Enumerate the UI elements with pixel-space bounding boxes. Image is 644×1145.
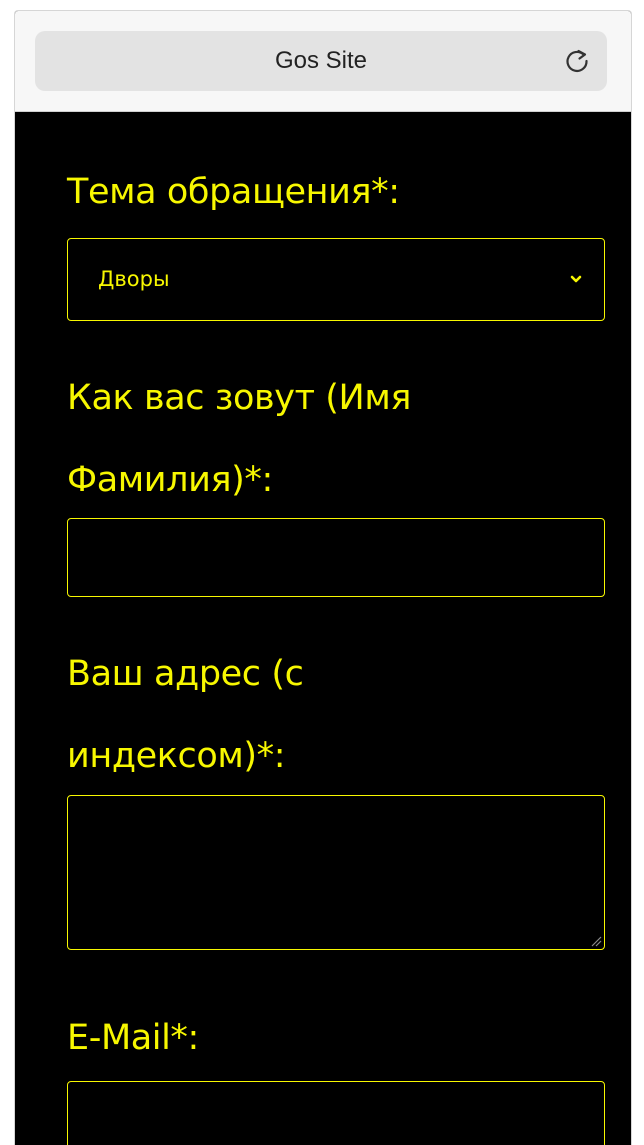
topic-select[interactable]: Дворы (67, 238, 605, 321)
email-label: E-Mail*: (67, 1018, 199, 1058)
name-label-line1: Как вас зовут (Имя (67, 378, 411, 418)
email-input[interactable] (67, 1081, 605, 1145)
topic-label: Тема обращения*: (67, 172, 400, 212)
address-label-line2: индексом)*: (67, 736, 286, 776)
browser-window: Gos Site Тема обращения*: Дворы Как вас … (14, 10, 632, 1145)
browser-chrome: Gos Site (15, 11, 631, 112)
site-title: Gos Site (274, 47, 368, 74)
address-bar[interactable]: Gos Site (35, 31, 607, 91)
name-input[interactable] (67, 518, 605, 597)
reload-icon[interactable] (561, 45, 593, 77)
chevron-down-icon (570, 275, 582, 283)
page-content: Тема обращения*: Дворы Как вас зовут (Им… (15, 112, 631, 1145)
resize-handle-icon[interactable] (588, 933, 602, 947)
address-label-line1: Ваш адрес (с (67, 654, 304, 694)
name-label-line2: Фамилия)*: (67, 460, 273, 500)
topic-selected-value: Дворы (98, 267, 170, 291)
address-textarea[interactable] (67, 795, 605, 950)
